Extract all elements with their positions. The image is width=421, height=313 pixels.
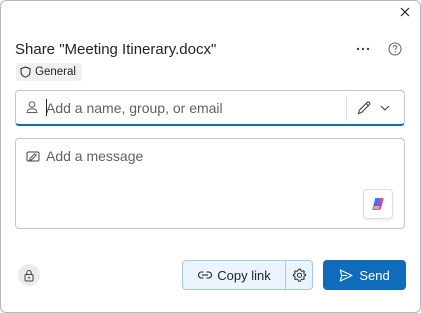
people-input[interactable] — [46, 97, 346, 119]
sensitivity-label[interactable]: General — [16, 63, 82, 81]
sensitivity-label-text: General — [35, 66, 76, 78]
close-icon — [400, 7, 410, 17]
share-dialog: Share "Meeting Itinerary.docx" General A… — [0, 0, 421, 313]
help-button[interactable] — [385, 39, 405, 59]
lock-icon — [24, 269, 34, 281]
copy-link-button[interactable]: Copy link — [183, 261, 285, 289]
link-lock-button[interactable] — [18, 264, 40, 286]
people-picker — [15, 90, 405, 126]
message-icon — [26, 151, 40, 162]
gear-icon — [292, 268, 306, 282]
message-input[interactable] — [46, 148, 346, 172]
permission-divider — [346, 95, 347, 121]
help-icon — [388, 42, 402, 56]
copilot-button[interactable] — [363, 189, 393, 219]
dialog-title: Share "Meeting Itinerary.docx" — [15, 41, 217, 58]
send-icon — [339, 268, 353, 282]
copy-link-label: Copy link — [217, 267, 271, 283]
more-options-button[interactable] — [353, 39, 373, 59]
message-area — [15, 138, 405, 229]
text-cursor — [46, 99, 47, 116]
more-options-icon — [356, 47, 370, 51]
link-icon — [198, 271, 213, 279]
copilot-icon — [372, 198, 384, 210]
link-settings-button[interactable] — [286, 261, 312, 289]
chevron-down-icon — [380, 105, 390, 111]
edit-pencil-icon — [357, 101, 371, 115]
person-icon — [26, 101, 38, 113]
send-label: Send — [359, 267, 390, 283]
permission-dropdown[interactable] — [356, 97, 398, 119]
close-button[interactable] — [396, 3, 414, 21]
shield-icon — [20, 66, 31, 78]
copy-link-group: Copy link — [182, 260, 313, 290]
send-button[interactable]: Send — [323, 260, 406, 290]
